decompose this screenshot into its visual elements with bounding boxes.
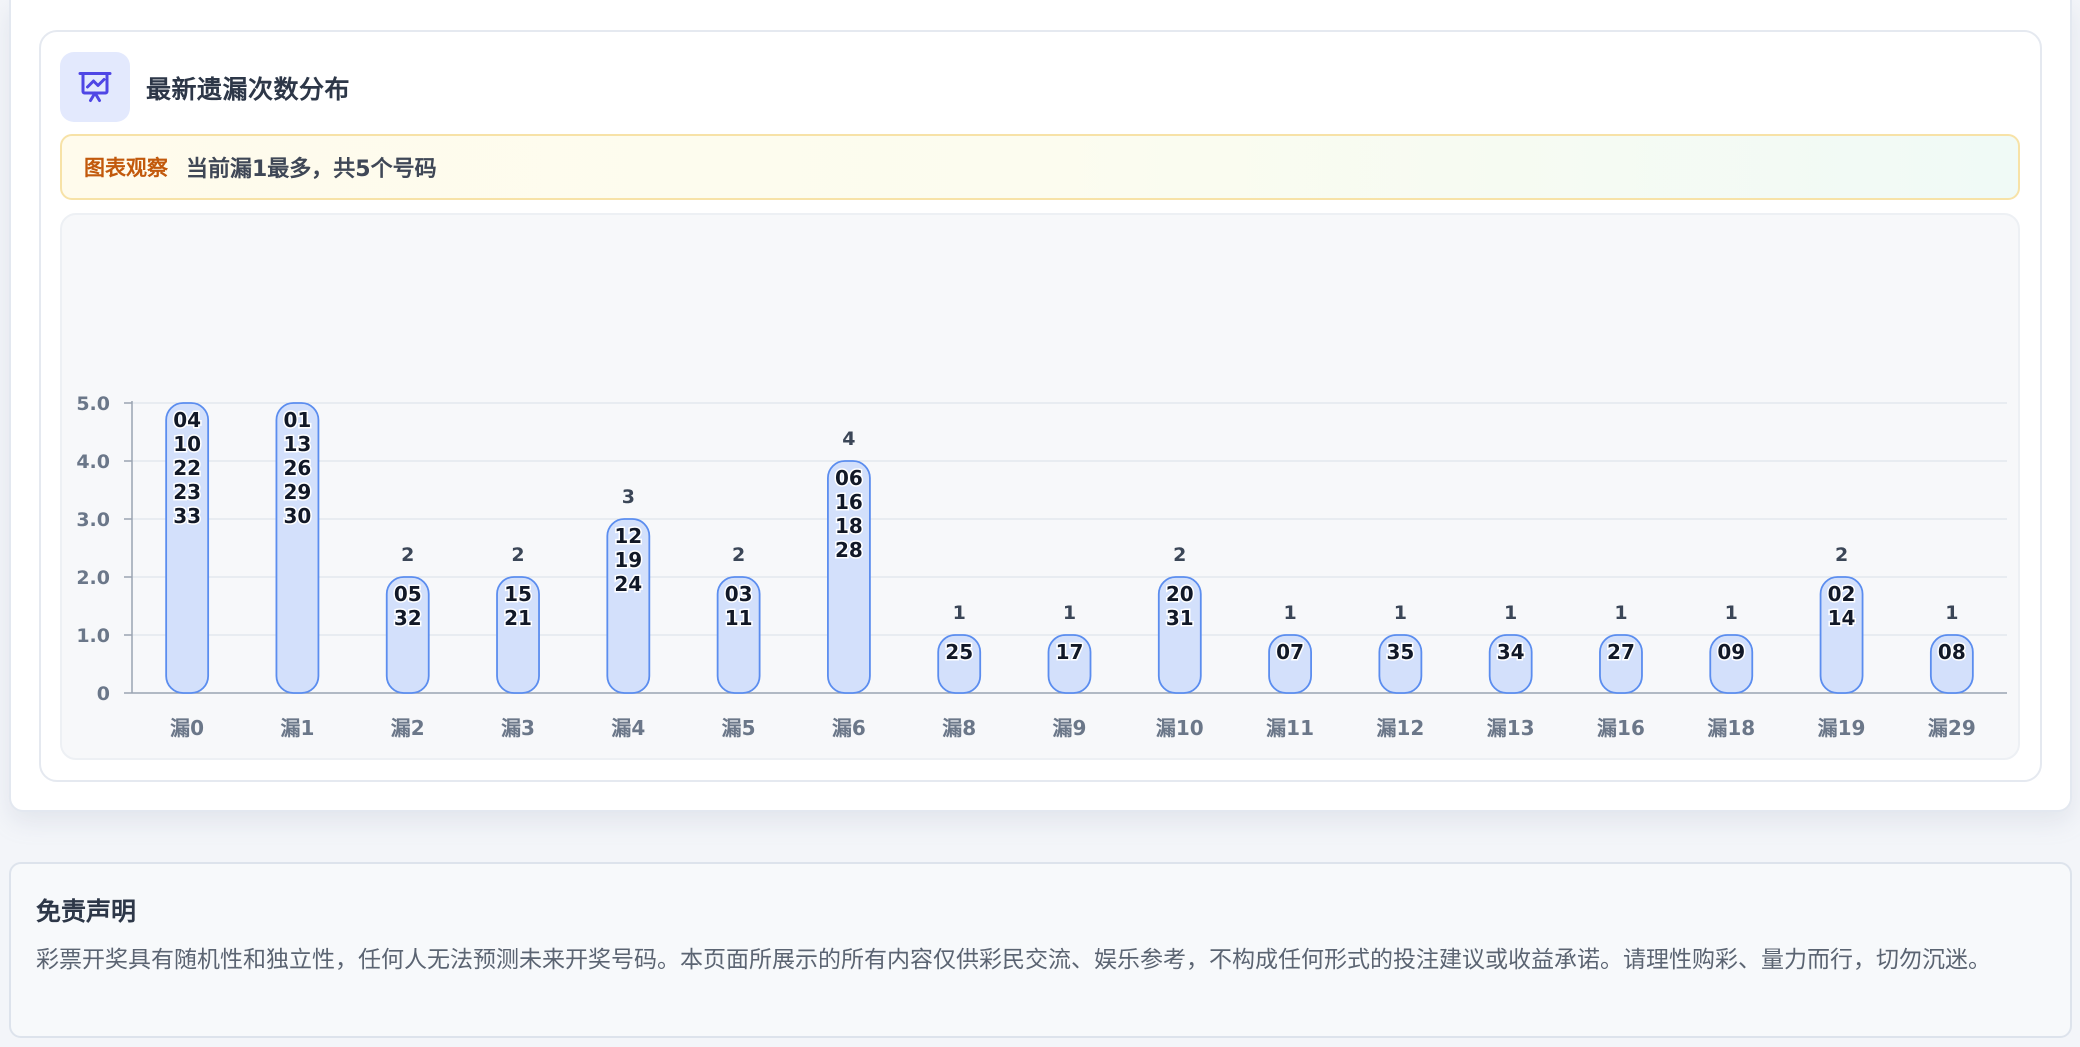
y-tick-label: 1.0 <box>76 625 110 647</box>
bar-number-label: 10 <box>173 432 201 456</box>
chart-area: 0 1.0 2.0 3.0 4.0 5.0 04 10 22 23 33 漏0 01 13 26 29 30 漏1… <box>60 213 2020 760</box>
bar-value-label: 1 <box>1945 602 1958 624</box>
x-tick-label: 漏8 <box>942 716 976 740</box>
x-tick-label: 漏11 <box>1266 716 1314 740</box>
bar-value-label: 3 <box>622 486 635 508</box>
bar-value-label: 1 <box>1725 602 1738 624</box>
x-tick-label: 漏10 <box>1156 716 1204 740</box>
bar-number-label: 01 <box>284 408 312 432</box>
disclaimer-text: 彩票开奖具有随机性和独立性，任何人无法预测未来开奖号码。本页面所展示的所有内容仅… <box>36 947 1991 973</box>
bar-number-label: 17 <box>1056 640 1084 664</box>
chart-title: 最新遗漏次数分布 <box>146 75 351 104</box>
bar-value-label: 1 <box>1504 602 1517 624</box>
bar-number-label: 04 <box>173 408 201 432</box>
bar-number-label: 32 <box>394 606 422 630</box>
bar-number-label: 08 <box>1938 640 1966 664</box>
bar-number-label: 29 <box>284 480 312 504</box>
bar-number-label: 20 <box>1166 582 1194 606</box>
bar-number-label: 34 <box>1497 640 1525 664</box>
x-tick-label: 漏4 <box>611 716 645 740</box>
bar-number-label: 26 <box>284 456 312 480</box>
bar-number-label: 21 <box>504 606 532 630</box>
bar-number-label: 31 <box>1166 606 1194 630</box>
bar-number-label: 33 <box>173 504 201 528</box>
bar-value-label: 1 <box>1614 602 1627 624</box>
bar-number-label: 30 <box>284 504 312 528</box>
bar-value-label: 1 <box>1283 602 1296 624</box>
x-tick-label: 漏5 <box>722 716 756 740</box>
bar-number-label: 06 <box>835 466 863 490</box>
bar-number-label: 28 <box>835 538 863 562</box>
observation-banner: 图表观察 当前漏1最多，共5个号码 <box>60 134 2020 200</box>
x-tick-label: 漏2 <box>391 716 425 740</box>
bar-value-label: 2 <box>401 544 414 566</box>
y-tick-label: 5.0 <box>76 393 110 415</box>
bar-number-label: 15 <box>504 582 532 606</box>
x-tick-label: 漏13 <box>1487 716 1535 740</box>
x-tick-label: 漏18 <box>1707 716 1755 740</box>
presentation-chart-icon <box>60 52 130 122</box>
disclaimer-title: 免责声明 <box>36 897 137 926</box>
x-tick-label: 漏3 <box>501 716 535 740</box>
bar-number-label: 25 <box>945 640 973 664</box>
bar-number-label: 22 <box>173 456 201 480</box>
x-tick-label: 漏19 <box>1818 716 1866 740</box>
bar-number-label: 24 <box>614 572 642 596</box>
x-tick-label: 漏29 <box>1928 716 1976 740</box>
bar-value-label: 2 <box>1835 544 1848 566</box>
bar-number-label: 03 <box>725 582 753 606</box>
bar-number-label: 16 <box>835 490 863 514</box>
bar-value-label: 1 <box>1063 602 1076 624</box>
x-tick-label: 漏12 <box>1376 716 1424 740</box>
x-tick-label: 漏0 <box>170 716 204 740</box>
y-tick-label: 4.0 <box>76 451 110 473</box>
observation-text: 当前漏1最多，共5个号码 <box>186 157 437 182</box>
bar-number-label: 07 <box>1276 640 1304 664</box>
bar-number-label: 11 <box>725 606 753 630</box>
bar-number-label: 23 <box>173 480 201 504</box>
y-tick-label: 3.0 <box>76 509 110 531</box>
bar-value-label: 1 <box>953 602 966 624</box>
observation-label: 图表观察 <box>84 156 168 180</box>
bar-number-label: 27 <box>1607 640 1635 664</box>
bar-value-label: 2 <box>1173 544 1186 566</box>
bar-number-label: 18 <box>835 514 863 538</box>
disclaimer-panel: 免责声明 彩票开奖具有随机性和独立性，任何人无法预测未来开奖号码。本页面所展示的… <box>9 862 2072 1038</box>
bar-value-label: 1 <box>1394 602 1407 624</box>
bar-number-label: 09 <box>1717 640 1745 664</box>
x-tick-label: 漏16 <box>1597 716 1645 740</box>
bar-number-label: 19 <box>614 548 642 572</box>
bar-number-label: 14 <box>1828 606 1856 630</box>
bar-number-label: 02 <box>1828 582 1856 606</box>
bar-value-label: 2 <box>511 544 524 566</box>
bar-number-label: 12 <box>614 524 642 548</box>
bar-value-label: 2 <box>732 544 745 566</box>
bar-chart: 01.02.03.04.05.00410222333漏00113262930漏1… <box>76 393 2007 740</box>
y-tick-label: 0 <box>97 683 110 705</box>
x-tick-label: 漏1 <box>280 716 314 740</box>
x-tick-label: 漏9 <box>1053 716 1087 740</box>
y-tick-label: 2.0 <box>76 567 110 589</box>
bar-value-label: 4 <box>842 428 855 450</box>
bar-number-label: 05 <box>394 582 422 606</box>
bar-number-label: 13 <box>284 432 312 456</box>
bar-number-label: 35 <box>1386 640 1414 664</box>
x-tick-label: 漏6 <box>832 716 866 740</box>
